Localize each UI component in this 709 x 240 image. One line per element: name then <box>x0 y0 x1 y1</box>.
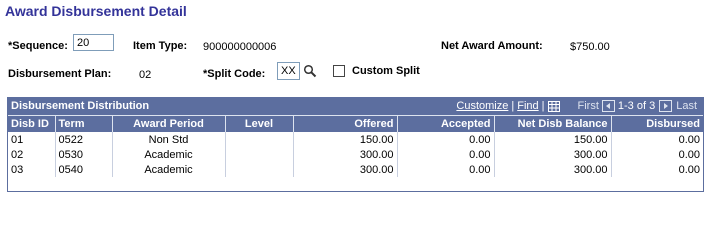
grid-column-headers: Disb ID Term Award Period Level Offered … <box>8 115 703 132</box>
download-grid-icon[interactable] <box>547 100 560 112</box>
cell-accepted: 0.00 <box>396 132 494 147</box>
sequence-input[interactable] <box>73 34 114 51</box>
customize-link[interactable]: Customize <box>456 100 508 112</box>
grid-navigation: Customize | Find | First 1-3 of 3 Last <box>456 100 697 112</box>
net-award-label: Net Award Amount: <box>441 40 543 52</box>
lookup-icon[interactable] <box>303 64 317 78</box>
cell-disbursed: 0.00 <box>610 147 703 162</box>
cell-net-disb-balance: 300.00 <box>493 162 611 177</box>
cell-level <box>224 132 293 147</box>
grid-title: Disbursement Distribution <box>11 100 150 112</box>
grid-header: Disbursement Distribution Customize | Fi… <box>8 98 703 115</box>
cell-accepted: 0.00 <box>396 162 494 177</box>
find-link[interactable]: Find <box>517 100 538 112</box>
grid-table: Disb ID Term Award Period Level Offered … <box>8 115 703 177</box>
last-link[interactable]: Last <box>676 100 697 112</box>
cell-offered: 300.00 <box>292 147 397 162</box>
disbursement-plan-value: 02 <box>139 69 152 81</box>
column-header-disbursed: Disbursed <box>610 115 703 132</box>
cell-net-disb-balance: 150.00 <box>493 132 611 147</box>
column-header-term: Term <box>54 115 112 132</box>
cell-award-period: Academic <box>111 162 225 177</box>
cell-level <box>224 162 293 177</box>
cell-award-period: Academic <box>111 147 225 162</box>
cell-level <box>224 147 293 162</box>
split-code-input[interactable] <box>277 62 300 80</box>
first-link[interactable]: First <box>578 100 599 112</box>
cell-term: 0540 <box>54 162 112 177</box>
cell-disbursed: 0.00 <box>610 132 703 147</box>
cell-offered: 150.00 <box>292 132 397 147</box>
column-header-offered: Offered <box>292 115 397 132</box>
cell-disb-id: 02 <box>11 148 24 161</box>
cell-disb-id: 01 <box>11 133 24 146</box>
net-award-value: $750.00 <box>570 41 610 53</box>
sequence-label: *Sequence: <box>8 40 68 52</box>
cell-disb-id: 03 <box>11 163 24 176</box>
item-type-value: 900000000006 <box>203 41 277 53</box>
column-header-award-period: Award Period <box>111 115 225 132</box>
cell-disbursed: 0.00 <box>610 162 703 177</box>
disbursement-plan-label: Disbursement Plan: <box>8 68 112 80</box>
disbursement-distribution-grid: Disbursement Distribution Customize | Fi… <box>7 97 704 192</box>
column-header-level: Level <box>224 115 293 132</box>
column-header-net-disb-balance: Net Disb Balance <box>493 115 611 132</box>
row-range: 1-3 of 3 <box>617 100 656 112</box>
cell-term: 0522 <box>54 132 112 147</box>
cell-accepted: 0.00 <box>396 147 494 162</box>
next-arrow-icon[interactable] <box>659 100 673 112</box>
cell-offered: 300.00 <box>292 162 397 177</box>
column-header-disb-id: Disb ID <box>8 115 55 132</box>
previous-arrow-icon[interactable] <box>601 100 615 112</box>
custom-split-label: Custom Split <box>352 65 420 77</box>
table-row: 02 0530 Academic 300.00 0.00 300.00 0.00 <box>8 147 703 162</box>
cell-net-disb-balance: 300.00 <box>493 147 611 162</box>
custom-split-checkbox[interactable] <box>333 65 345 77</box>
item-type-label: Item Type: <box>133 40 188 52</box>
page-title: Award Disbursement Detail <box>5 3 187 19</box>
table-row: 01 0522 Non Std 150.00 0.00 150.00 0.00 <box>8 132 703 147</box>
cell-term: 0530 <box>54 147 112 162</box>
column-header-accepted: Accepted <box>396 115 494 132</box>
split-code-label: *Split Code: <box>203 68 266 80</box>
table-row: 03 0540 Academic 300.00 0.00 300.00 0.00 <box>8 162 703 177</box>
cell-award-period: Non Std <box>111 132 225 147</box>
